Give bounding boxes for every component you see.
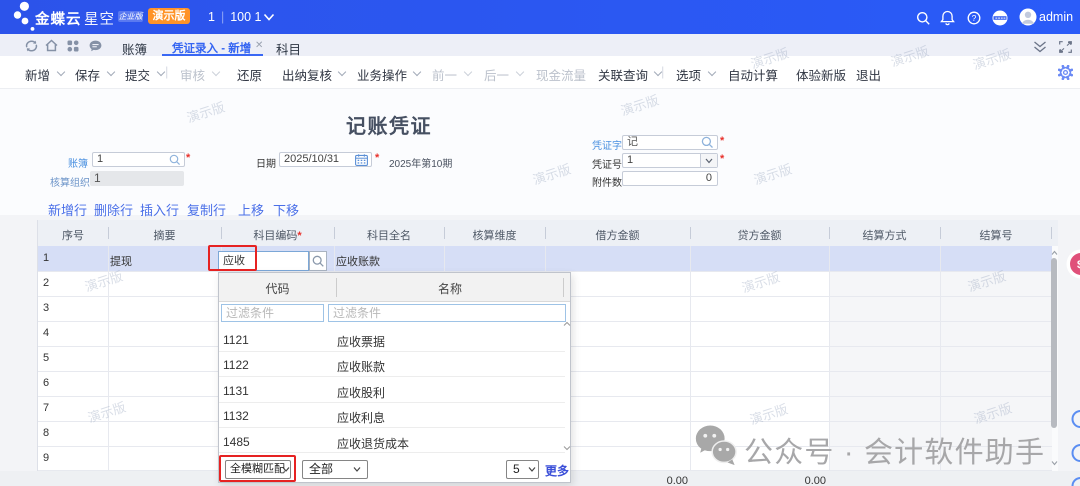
svg-text:?: ? — [972, 13, 977, 23]
